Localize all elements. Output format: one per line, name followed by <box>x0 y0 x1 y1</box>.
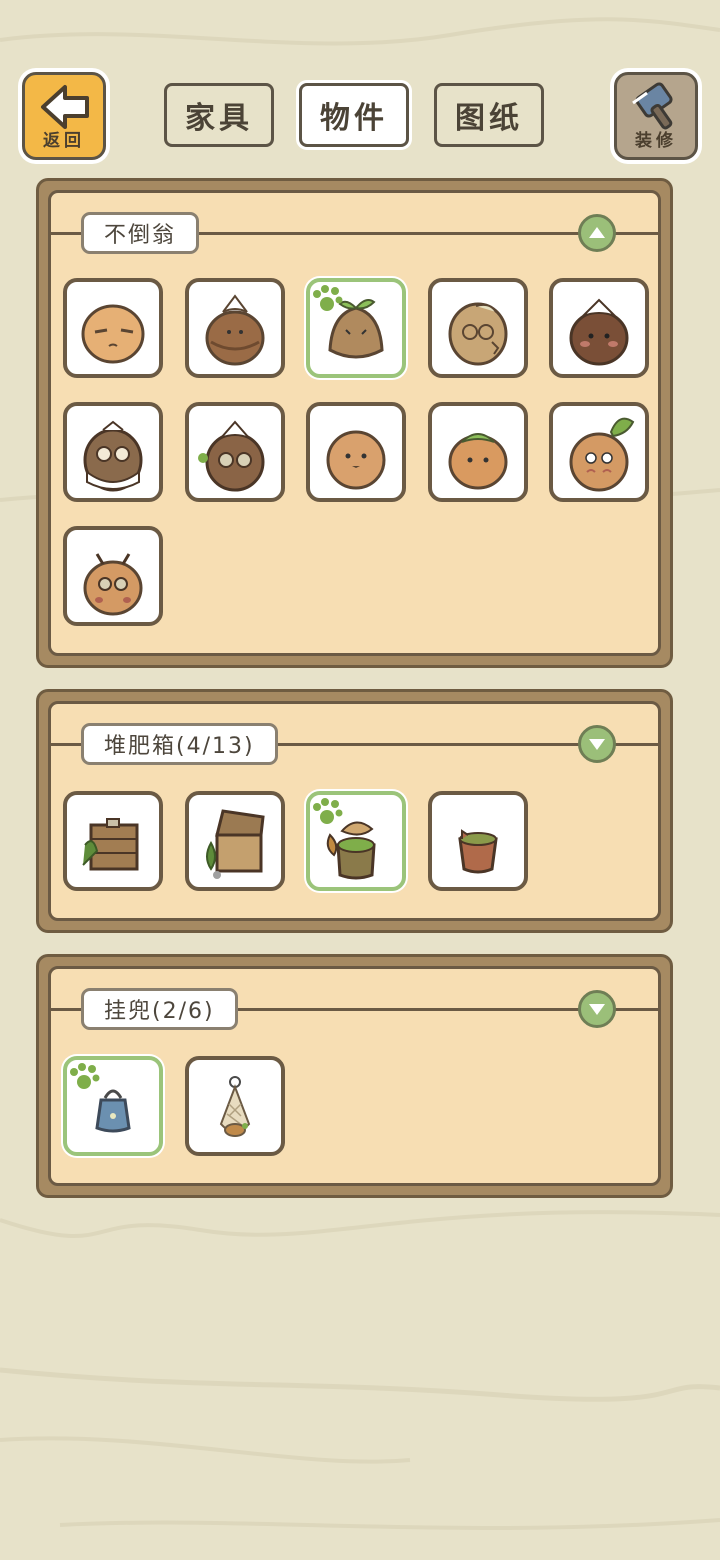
item-slot[interactable] <box>428 278 528 378</box>
item-slot[interactable] <box>306 278 406 378</box>
item-slot[interactable] <box>63 278 163 378</box>
item-slot[interactable] <box>185 791 285 891</box>
paw-placed-icon <box>70 1063 100 1089</box>
tab-furniture[interactable]: 家具 <box>164 83 274 147</box>
item-slot[interactable] <box>63 402 163 502</box>
decorate-button[interactable]: 装修 <box>614 72 698 160</box>
back-arrow-icon <box>41 85 89 129</box>
daruma-bud-icon <box>205 294 265 366</box>
chevron-down-icon <box>589 1004 605 1015</box>
compost-bucket-icon <box>458 829 498 874</box>
paw-placed-icon <box>313 285 343 311</box>
daruma-cracked-icon <box>448 302 508 366</box>
daruma-ladybug-icon <box>83 553 143 616</box>
item-slot[interactable] <box>428 402 528 502</box>
chevron-down-icon <box>589 739 605 750</box>
daruma-leaf-icon <box>448 433 508 490</box>
expand-toggle-hanging[interactable] <box>578 990 616 1028</box>
back-button[interactable]: 返回 <box>22 72 106 160</box>
daruma-turnip-icon <box>569 417 635 492</box>
item-slot[interactable] <box>549 402 649 502</box>
section-title-hanging: 挂兜(2/6) <box>81 988 238 1030</box>
section-title-compost: 堆肥箱(4/13) <box>81 723 278 765</box>
daruma-glasses-icon <box>198 420 265 492</box>
tab-blueprint[interactable]: 图纸 <box>434 83 544 147</box>
item-slot[interactable] <box>306 791 406 891</box>
item-slot[interactable] <box>63 1056 163 1156</box>
paw-placed-icon <box>313 798 343 824</box>
daruma-dark-icon <box>569 298 629 366</box>
paint-brush-icon <box>632 82 673 130</box>
daruma-round-icon <box>326 430 386 490</box>
hanging-net-icon <box>219 1076 251 1137</box>
compost-crate-icon <box>82 818 139 871</box>
item-slot[interactable] <box>549 278 649 378</box>
expand-toggle-compost[interactable] <box>578 725 616 763</box>
item-slot[interactable] <box>306 402 406 502</box>
daruma-owl-icon <box>83 420 143 492</box>
item-slot[interactable] <box>63 526 163 626</box>
compost-chest-icon <box>206 809 265 879</box>
item-slot[interactable] <box>63 791 163 891</box>
item-slot[interactable] <box>185 278 285 378</box>
collapse-toggle-daruma[interactable] <box>578 214 616 252</box>
item-slot[interactable] <box>428 791 528 891</box>
section-title-daruma: 不倒翁 <box>81 212 200 254</box>
item-slot[interactable] <box>185 402 285 502</box>
item-slot[interactable] <box>185 1056 285 1156</box>
tab-items[interactable]: 物件 <box>299 83 409 147</box>
chevron-up-icon <box>589 227 605 238</box>
daruma-plain-icon <box>81 304 145 364</box>
